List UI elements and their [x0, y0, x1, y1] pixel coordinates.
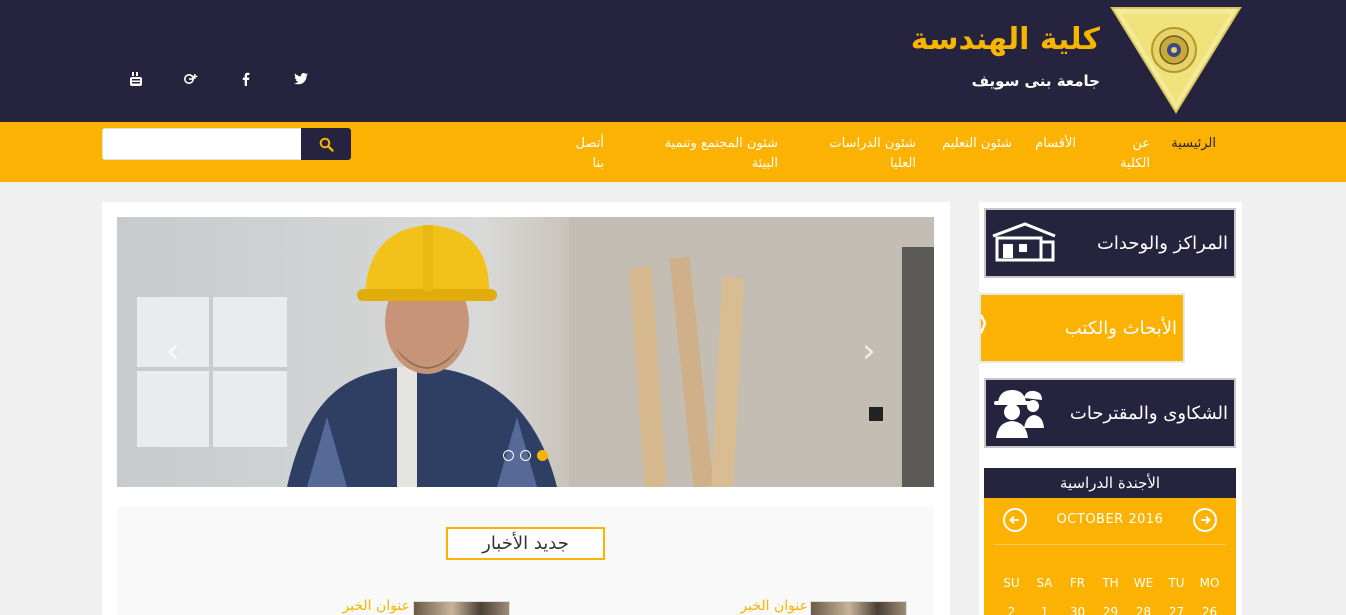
calendar-day[interactable]: 28: [1127, 605, 1160, 615]
building-icon: [992, 222, 1056, 262]
calendar-day[interactable]: 2: [995, 605, 1028, 615]
tile-research-books[interactable]: الأبحاث والكتب: [979, 293, 1185, 363]
nav-departments[interactable]: الأقسام: [1016, 134, 1076, 154]
college-title[interactable]: كلية الهندسة: [911, 22, 1100, 57]
facebook-icon[interactable]: [218, 66, 273, 92]
tile-label: المراكز والوحدات: [1096, 232, 1228, 254]
twitter-icon[interactable]: [273, 66, 328, 92]
social-links: [108, 66, 328, 92]
nav-graduate-studies[interactable]: شئون الدراسات العليا: [826, 134, 916, 174]
slide-image: [117, 217, 934, 487]
college-logo[interactable]: [1110, 6, 1242, 114]
calendar-day[interactable]: 30: [1061, 605, 1094, 615]
image-slider[interactable]: [117, 217, 934, 487]
calendar-day[interactable]: 29: [1094, 605, 1127, 615]
news-heading: جديد الأخبار: [446, 527, 605, 560]
search-icon: [319, 137, 334, 152]
news-item-title[interactable]: عنوان الخبر: [740, 598, 808, 614]
nav-home[interactable]: الرئيسية: [1156, 134, 1216, 154]
news-section: [117, 507, 934, 615]
tile-centers-units[interactable]: المراكز والوحدات: [984, 208, 1236, 278]
calendar-day[interactable]: 27: [1160, 605, 1193, 615]
search-button[interactable]: [301, 128, 351, 160]
tile-label: الأبحاث والكتب: [1064, 317, 1177, 339]
slider-dot-1[interactable]: [503, 450, 514, 461]
arrow-right-icon: [1201, 515, 1211, 525]
news-thumbnail[interactable]: [810, 601, 907, 615]
news-item-title[interactable]: عنوان الخبر: [342, 598, 410, 614]
university-name: جامعة بنى سويف: [971, 72, 1100, 90]
calendar-prev-button[interactable]: [1003, 508, 1027, 532]
slider-prev-button[interactable]: ‹: [166, 334, 180, 368]
search-input[interactable]: [102, 128, 302, 160]
book-icon: [979, 314, 987, 334]
calendar-weekday: FR: [1069, 576, 1086, 590]
nav-about[interactable]: عن الكلية: [1102, 134, 1150, 174]
nav-community-affairs[interactable]: شئون المجتمع وتنمية البيئة: [638, 134, 778, 174]
calendar-month: OCTOBER 2016: [1056, 512, 1164, 527]
calendar-next-button[interactable]: [1193, 508, 1217, 532]
calendar-weekday: TH: [1102, 576, 1119, 590]
calendar-title: الأجندة الدراسية: [984, 468, 1236, 498]
arrow-left-icon: [1009, 515, 1019, 525]
calendar-divider: [994, 544, 1226, 545]
news-thumbnail[interactable]: [413, 601, 510, 615]
calendar-day[interactable]: 1: [1028, 605, 1061, 615]
calendar-weekday: MO: [1199, 576, 1220, 590]
calendar-weekday: SA: [1036, 576, 1053, 590]
workers-icon: [994, 390, 1044, 438]
slider-dot-2[interactable]: [520, 450, 531, 461]
main-nav: الرئيسية عن الكلية الأقسام شئون التعليم …: [0, 122, 1346, 182]
nav-education-affairs[interactable]: شئون التعليم: [932, 134, 1012, 154]
slider-next-button[interactable]: ›: [862, 334, 876, 368]
tile-label: الشكاوى والمقترحات: [1069, 402, 1228, 424]
youtube-icon[interactable]: [108, 66, 163, 92]
calendar-weekday: TU: [1168, 576, 1185, 590]
calendar-day[interactable]: 26: [1193, 605, 1226, 615]
slider-dot-3[interactable]: [537, 450, 548, 461]
tile-complaints-suggestions[interactable]: الشكاوى والمقترحات: [984, 378, 1236, 448]
calendar-weekday: SU: [1003, 576, 1020, 590]
google-plus-icon[interactable]: [163, 66, 218, 92]
calendar-weekday: WE: [1133, 576, 1154, 590]
nav-contact[interactable]: أتصل بنا: [564, 134, 604, 174]
